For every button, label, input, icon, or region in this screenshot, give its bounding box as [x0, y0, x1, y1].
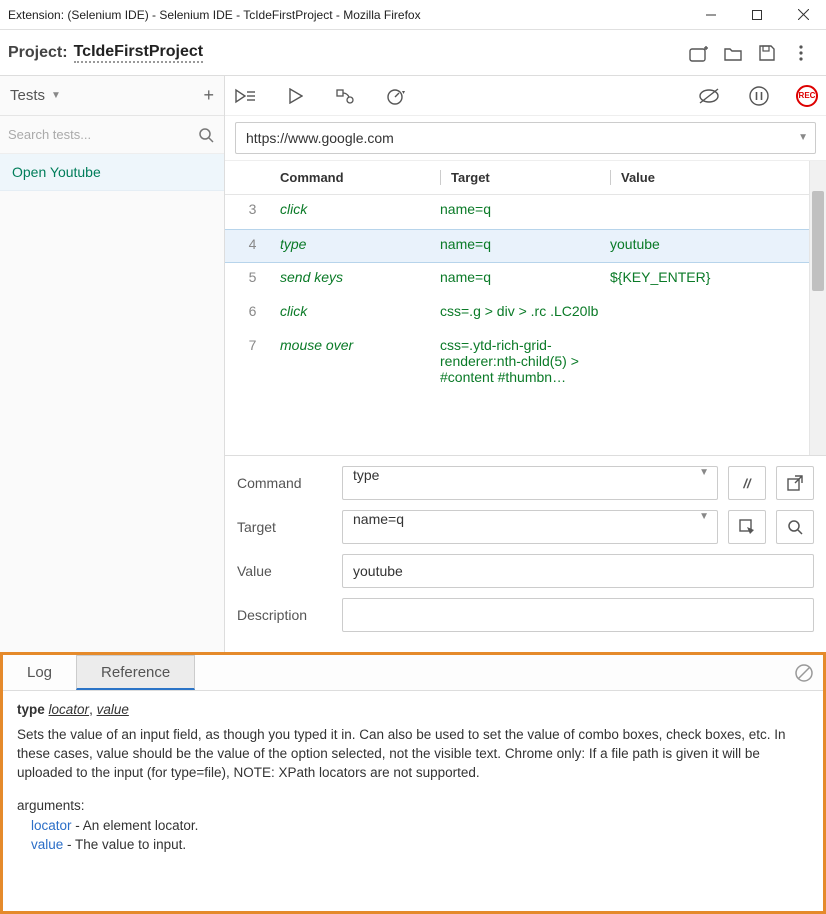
window-maximize-button[interactable]	[734, 0, 780, 30]
row-target: css=.ytd-rich-grid-renderer:nth-child(5)…	[440, 337, 610, 385]
command-row[interactable]: 7mouse overcss=.ytd-rich-grid-renderer:n…	[225, 331, 809, 391]
row-command: mouse over	[280, 337, 440, 353]
row-target: name=q	[440, 201, 610, 217]
find-target-button[interactable]	[776, 510, 814, 544]
search-icon[interactable]	[198, 127, 214, 143]
description-input[interactable]	[342, 598, 814, 632]
caret-down-icon: ▼	[699, 467, 709, 478]
project-name[interactable]: TcIdeFirstProject	[74, 43, 204, 63]
log-tab[interactable]: Log	[3, 655, 76, 690]
select-target-button[interactable]	[728, 510, 766, 544]
scrollbar-thumb[interactable]	[812, 191, 824, 291]
project-bar: Project: TcIdeFirstProject	[0, 30, 826, 76]
window-minimize-button[interactable]	[688, 0, 734, 30]
grid-scrollbar[interactable]	[809, 161, 826, 455]
test-list-item[interactable]: Open Youtube	[0, 154, 224, 191]
row-command: click	[280, 201, 440, 217]
command-editor: Command type▼ // Target name=q▼ Value De…	[225, 455, 826, 652]
row-target: name=q	[440, 236, 610, 252]
row-number: 3	[225, 201, 280, 217]
window-titlebar: Extension: (Selenium IDE) - Selenium IDE…	[0, 0, 826, 30]
disable-breakpoints-button[interactable]	[696, 87, 722, 105]
step-over-button[interactable]	[333, 88, 359, 104]
project-label: Project:	[8, 44, 68, 62]
caret-down-icon: ▼	[699, 511, 709, 522]
row-number: 6	[225, 303, 280, 319]
command-row[interactable]: 6clickcss=.g > div > .rc .LC20lb	[225, 297, 809, 331]
reference-tab[interactable]: Reference	[76, 655, 195, 690]
row-number: 7	[225, 337, 280, 353]
window-close-button[interactable]	[780, 0, 826, 30]
toggle-comment-button[interactable]: //	[728, 466, 766, 500]
window-title: Extension: (Selenium IDE) - Selenium IDE…	[8, 8, 688, 22]
row-target: css=.g > div > .rc .LC20lb	[440, 303, 610, 319]
base-url-input[interactable]	[235, 122, 816, 154]
open-new-window-button[interactable]	[776, 466, 814, 500]
row-command: type	[280, 236, 440, 252]
command-row[interactable]: 4typename=qyoutube	[225, 229, 809, 263]
run-current-button[interactable]	[283, 88, 309, 104]
more-menu-icon[interactable]	[784, 36, 818, 70]
new-project-icon[interactable]	[682, 36, 716, 70]
bottom-panel: Log Reference type locator, value Sets t…	[0, 652, 826, 914]
reference-body: type locator, value Sets the value of an…	[3, 691, 823, 911]
row-number: 4	[225, 236, 280, 252]
value-input[interactable]	[342, 554, 814, 588]
speed-button[interactable]	[383, 87, 409, 105]
row-target: name=q	[440, 269, 610, 285]
row-command: send keys	[280, 269, 440, 285]
command-row[interactable]: 5send keysname=q${KEY_ENTER}	[225, 263, 809, 297]
caret-down-icon: ▼	[51, 90, 61, 101]
caret-down-icon[interactable]: ▼	[798, 132, 808, 143]
tests-sidebar: Tests ▼ + Open Youtube	[0, 76, 225, 652]
playback-toolbar: REC	[225, 76, 826, 116]
add-test-button[interactable]: +	[203, 85, 214, 106]
row-command: click	[280, 303, 440, 319]
clear-log-icon[interactable]	[795, 664, 813, 682]
run-all-button[interactable]	[233, 88, 259, 104]
command-select[interactable]: type▼	[342, 466, 718, 500]
record-button[interactable]: REC	[796, 85, 818, 107]
save-project-icon[interactable]	[750, 36, 784, 70]
command-grid: Command Target Value 3clickname=q4typena…	[225, 161, 809, 455]
tests-header[interactable]: Tests ▼ +	[0, 76, 224, 116]
command-row[interactable]: 3clickname=q	[225, 195, 809, 229]
search-tests-input[interactable]	[8, 121, 216, 149]
target-select[interactable]: name=q▼	[342, 510, 718, 544]
open-project-icon[interactable]	[716, 36, 750, 70]
row-value: ${KEY_ENTER}	[610, 269, 809, 285]
row-number: 5	[225, 269, 280, 285]
pause-button[interactable]	[746, 86, 772, 106]
row-value: youtube	[610, 236, 809, 252]
